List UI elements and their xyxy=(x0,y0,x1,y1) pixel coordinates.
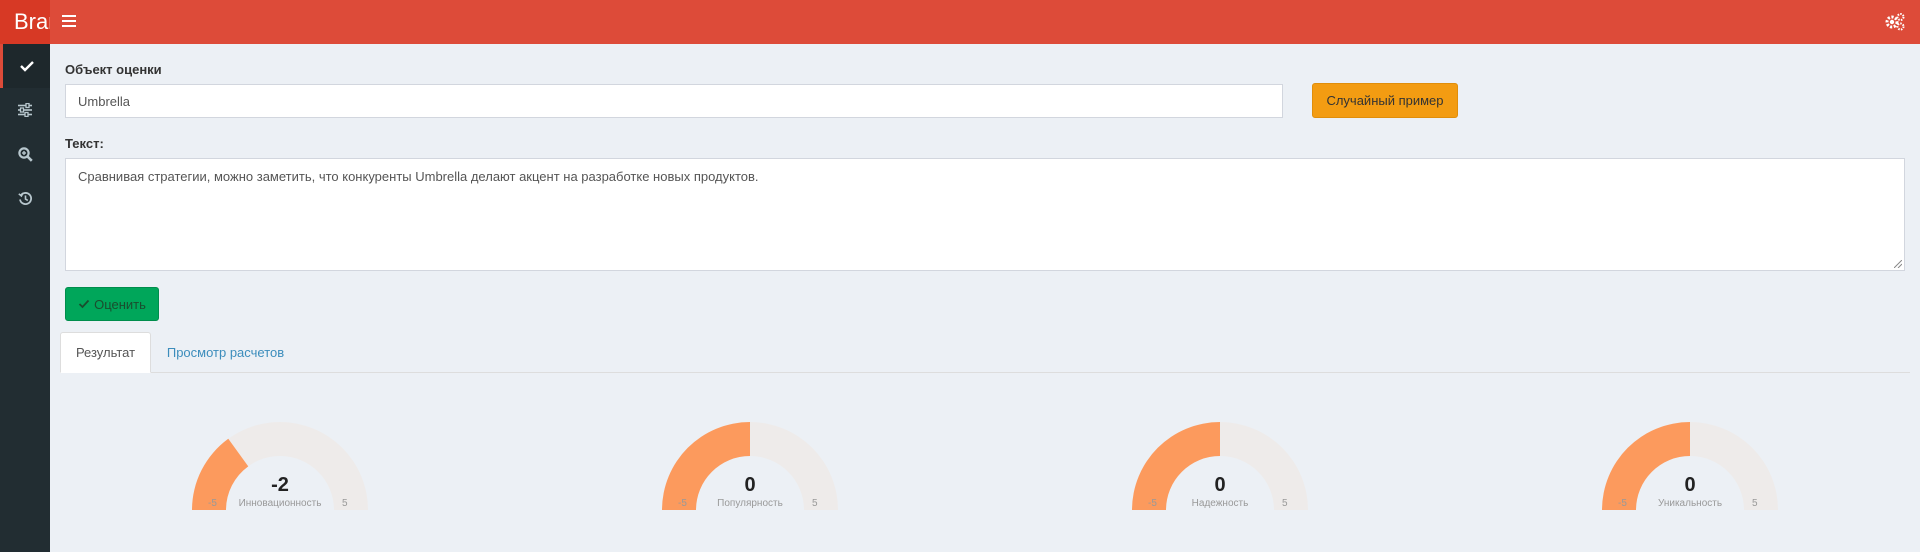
gauge-value: 0 xyxy=(1684,474,1696,496)
text-area-value: Сравнивая стратегии, можно заметить, что… xyxy=(78,169,759,184)
gauge-2: 0 Надежность -5 5 xyxy=(1125,374,1315,510)
text-label: Текст: xyxy=(65,136,104,151)
sidebar xyxy=(0,44,50,552)
gauge-1: 0 Популярность -5 5 xyxy=(655,374,845,510)
evaluate-button-label: Оценить xyxy=(94,296,146,312)
check-icon xyxy=(19,61,34,72)
gauge-min-label: -5 xyxy=(678,498,687,509)
gauge-max-label: 5 xyxy=(1282,498,1288,509)
object-input-value: Umbrella xyxy=(78,93,131,109)
gauge-min-label: -5 xyxy=(208,498,217,509)
history-icon xyxy=(17,191,32,205)
gears-icon[interactable] xyxy=(1884,12,1906,32)
check-square-icon xyxy=(78,299,90,309)
gauge-max-label: 5 xyxy=(812,498,818,509)
gauge-max-label: 5 xyxy=(342,498,348,509)
brand-logo[interactable]: Brand xyxy=(0,0,50,44)
resize-grip-icon[interactable] xyxy=(1894,260,1902,268)
tab-result[interactable]: Результат xyxy=(60,332,151,373)
gauge-min-label: -5 xyxy=(1148,498,1157,509)
sliders-icon xyxy=(18,103,32,117)
tabs-divider xyxy=(60,372,1910,373)
object-input[interactable]: Umbrella xyxy=(65,84,1283,118)
hamburger-icon[interactable] xyxy=(62,11,78,31)
text-area[interactable]: Сравнивая стратегии, можно заметить, что… xyxy=(65,158,1905,271)
gauge-value: -2 xyxy=(271,474,289,496)
gauge-value: 0 xyxy=(744,474,756,496)
gauge-min-label: -5 xyxy=(1618,498,1627,509)
top-navbar: Brand xyxy=(0,0,1920,44)
gauge-3: 0 Уникальность -5 5 xyxy=(1595,374,1785,510)
tab-calculations[interactable]: Просмотр расчетов xyxy=(158,332,293,373)
sidebar-item-settings[interactable] xyxy=(0,88,50,132)
gauge-max-label: 5 xyxy=(1752,498,1758,509)
sidebar-item-evaluate[interactable] xyxy=(0,44,50,88)
gauge-value: 0 xyxy=(1214,474,1226,496)
object-label: Объект оценки xyxy=(65,62,162,77)
main-content: Объект оценки Umbrella Случайный пример … xyxy=(50,44,1920,552)
random-example-button[interactable]: Случайный пример xyxy=(1312,83,1458,118)
search-plus-icon xyxy=(17,146,33,162)
sidebar-item-history[interactable] xyxy=(0,176,50,220)
evaluate-button[interactable]: Оценить xyxy=(65,287,159,321)
sidebar-item-search[interactable] xyxy=(0,132,50,176)
brand-text: Brand xyxy=(14,9,50,34)
gauge-0: -2 Инновационность -5 5 xyxy=(185,374,375,510)
